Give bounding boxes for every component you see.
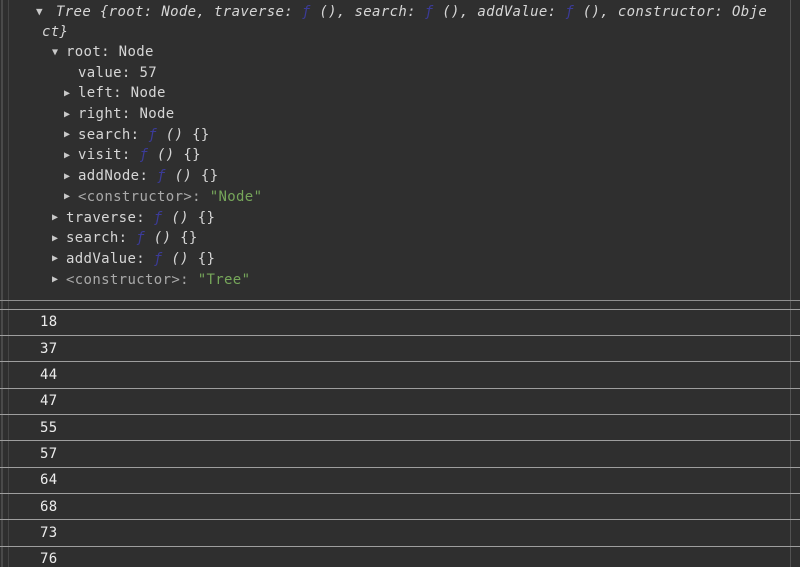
text-segment: search: <box>66 230 136 246</box>
log-value: 37 <box>40 341 58 357</box>
chevron-right-icon[interactable]: ▶ <box>64 146 78 166</box>
text-segment: (), addValue: <box>434 4 566 20</box>
console-panel: ▼Tree {root: Node, traverse: ƒ (), searc… <box>0 0 800 567</box>
log-row-spacer <box>0 301 800 310</box>
tree-row[interactable]: ▶<constructor>: "Node" <box>0 187 800 208</box>
console-log-row: 47 <box>0 389 800 415</box>
tree-row[interactable]: ▶traverse: ƒ () {} <box>0 208 800 229</box>
console-log-row: 73 <box>0 520 800 546</box>
text-segment: () <box>166 168 192 184</box>
text-segment: () <box>163 210 189 226</box>
text-segment: ƒ <box>425 4 434 20</box>
text-segment: () <box>148 147 174 163</box>
text-segment: visit: <box>78 147 139 163</box>
log-value: 64 <box>40 472 58 488</box>
chevron-right-icon[interactable]: ▶ <box>52 208 66 228</box>
text-segment: <constructor>: <box>78 189 210 205</box>
text-segment: <constructor>: <box>66 272 198 288</box>
text-segment: {} <box>189 251 215 267</box>
text-segment: root: Node <box>66 44 154 60</box>
log-value: 44 <box>40 367 58 383</box>
console-log-row: 57 <box>0 441 800 467</box>
console-log-row: 68 <box>0 494 800 520</box>
text-segment: Tree {root: Node, traverse: <box>56 4 302 20</box>
console-log-row: 76 <box>0 547 800 567</box>
console-object-entry: ▼Tree {root: Node, traverse: ƒ (), searc… <box>0 0 800 301</box>
log-value: 57 <box>40 446 58 462</box>
chevron-right-icon[interactable]: ▶ <box>52 249 66 269</box>
log-value: 68 <box>40 499 58 515</box>
text-segment: () <box>157 127 183 143</box>
tree-row[interactable]: ▶search: ƒ () {} <box>0 228 800 249</box>
text-segment: value: 57 <box>78 65 157 81</box>
text-segment: ƒ <box>154 210 163 226</box>
log-value: 55 <box>40 420 58 436</box>
tree-row[interactable]: ▶left: Node <box>0 83 800 104</box>
object-preview-line[interactable]: ▼Tree {root: Node, traverse: ƒ (), searc… <box>0 2 800 42</box>
text-segment: right: Node <box>78 106 175 122</box>
chevron-down-icon[interactable]: ▼ <box>36 2 43 22</box>
object-tree: ▼root: Nodevalue: 57▶left: Node▶right: N… <box>0 42 800 290</box>
text-segment: ƒ <box>136 230 145 246</box>
tree-row: value: 57 <box>0 63 800 83</box>
text-segment: ƒ <box>302 4 311 20</box>
chevron-right-icon[interactable]: ▶ <box>64 105 78 125</box>
chevron-down-icon[interactable]: ▼ <box>52 43 66 63</box>
text-segment: () <box>145 230 171 246</box>
tree-row[interactable]: ▶search: ƒ () {} <box>0 125 800 146</box>
object-preview-text: Tree {root: Node, traverse: ƒ (), search… <box>42 4 767 40</box>
text-segment: {} <box>175 147 201 163</box>
log-value: 73 <box>40 525 58 541</box>
tree-row[interactable]: ▼root: Node <box>0 42 800 63</box>
log-value: 18 <box>40 314 58 330</box>
text-segment: ƒ <box>139 147 148 163</box>
tree-row[interactable]: ▶addNode: ƒ () {} <box>0 166 800 187</box>
text-segment: ƒ <box>157 168 166 184</box>
text-segment: {} <box>189 210 215 226</box>
console-log-row: 18 <box>0 310 800 336</box>
log-value: 76 <box>40 551 58 567</box>
text-segment: () <box>163 251 189 267</box>
chevron-right-icon[interactable]: ▶ <box>64 167 78 187</box>
console-log-row: 44 <box>0 362 800 388</box>
console-log-list: 18 37 44 47 55 57 64 68 73 76 <box>0 310 800 567</box>
chevron-right-icon[interactable]: ▶ <box>64 84 78 104</box>
text-segment: ƒ <box>154 251 163 267</box>
text-segment: {} <box>171 230 197 246</box>
console-log-row: 64 <box>0 468 800 494</box>
chevron-right-icon[interactable]: ▶ <box>52 270 66 290</box>
chevron-right-icon[interactable]: ▶ <box>52 229 66 249</box>
text-segment: traverse: <box>66 210 154 226</box>
text-segment: "Node" <box>210 189 263 205</box>
text-segment: ƒ <box>148 127 157 143</box>
tree-row[interactable]: ▶addValue: ƒ () {} <box>0 249 800 270</box>
tree-row[interactable]: ▶<constructor>: "Tree" <box>0 270 800 291</box>
text-segment: {} <box>183 127 209 143</box>
console-log-row: 37 <box>0 336 800 362</box>
text-segment: addNode: <box>78 168 157 184</box>
text-segment: "Tree" <box>198 272 251 288</box>
text-segment: addValue: <box>66 251 154 267</box>
text-segment: search: <box>78 127 148 143</box>
tree-row[interactable]: ▶right: Node <box>0 104 800 125</box>
text-segment: (), search: <box>311 4 425 20</box>
chevron-right-icon[interactable]: ▶ <box>64 187 78 207</box>
text-segment: {} <box>192 168 218 184</box>
text-segment: ƒ <box>565 4 574 20</box>
console-log-row: 55 <box>0 415 800 441</box>
log-value: 47 <box>40 393 58 409</box>
chevron-right-icon[interactable]: ▶ <box>64 125 78 145</box>
tree-row[interactable]: ▶visit: ƒ () {} <box>0 145 800 166</box>
text-segment: left: Node <box>78 85 166 101</box>
